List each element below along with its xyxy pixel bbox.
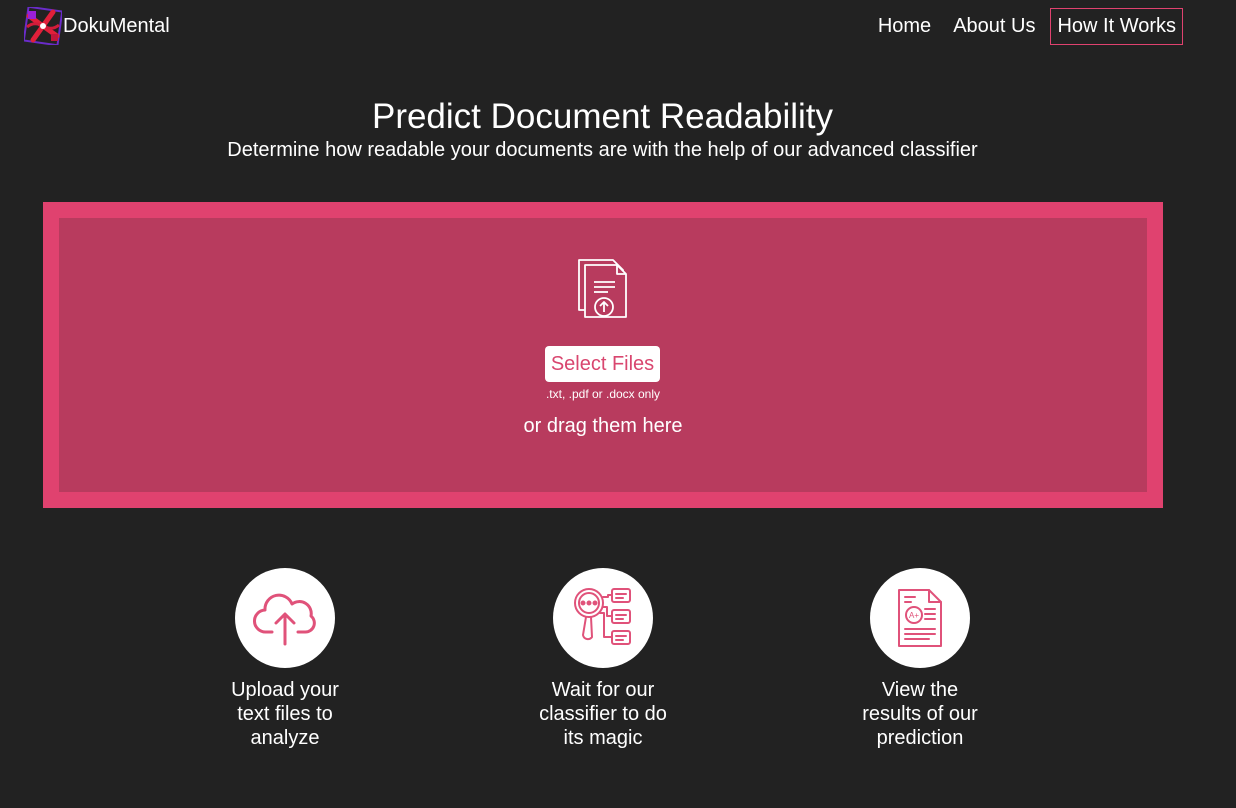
nav-home-link[interactable]: Home (871, 8, 938, 45)
brand-link[interactable]: DokuMental (24, 7, 170, 45)
nav-about-link[interactable]: About Us (946, 8, 1042, 45)
dropzone-inner[interactable]: Select Files .txt, .pdf or .docx only or… (59, 218, 1147, 492)
navbar: DokuMental Home About Us How It Works (0, 0, 1236, 52)
step-icon-circle (553, 568, 653, 668)
step-results: A+ View the results of our prediction (820, 568, 1020, 750)
brand-logo-icon (24, 7, 62, 45)
file-types-hint: .txt, .pdf or .docx only (545, 387, 661, 401)
file-dropzone[interactable]: Select Files .txt, .pdf or .docx only or… (43, 202, 1163, 508)
graded-document-icon: A+ (898, 589, 942, 647)
drag-instruction: or drag them here (523, 415, 683, 437)
svg-text:A+: A+ (909, 611, 919, 620)
brand-name: DokuMental (63, 14, 170, 37)
nav-how-it-works-link[interactable]: How It Works (1050, 8, 1183, 45)
step-classify: Wait for our classifier to do its magic (503, 568, 703, 750)
page-title: Predict Document Readability (371, 97, 834, 136)
document-upload-icon (578, 259, 627, 318)
magnifier-analysis-icon (574, 588, 631, 645)
step-results-text: View the results of our prediction (862, 679, 978, 749)
step-upload-text: Upload your text files to analyze (231, 679, 339, 749)
step-icon-circle: A+ (870, 568, 970, 668)
step-classify-text: Wait for our classifier to do its magic (539, 679, 667, 749)
step-upload: Upload your text files to analyze (185, 568, 385, 750)
step-icon-circle (235, 568, 335, 668)
cloud-upload-icon (253, 593, 316, 646)
select-files-button[interactable]: Select Files (545, 346, 660, 382)
page-subtitle: Determine how readable your documents ar… (227, 139, 978, 161)
nav-links: Home About Us How It Works (863, 8, 1183, 45)
